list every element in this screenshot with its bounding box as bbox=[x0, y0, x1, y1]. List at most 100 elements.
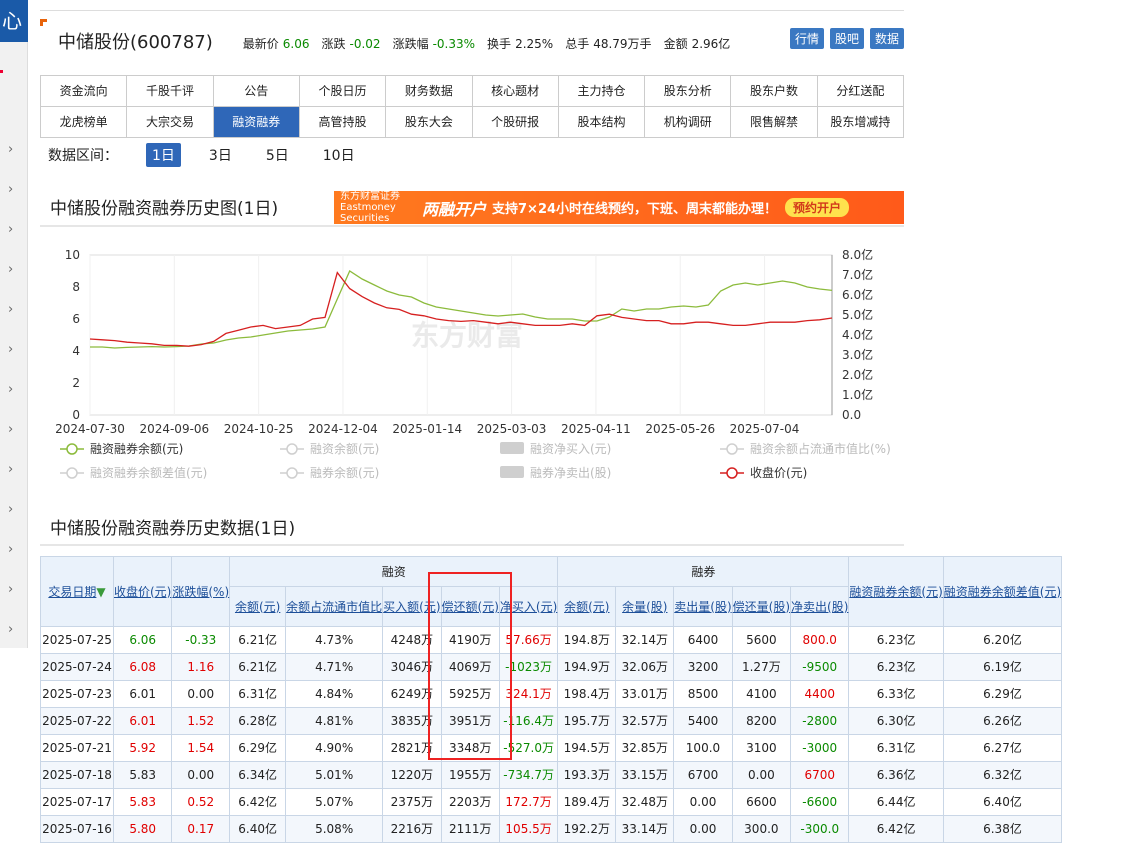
nav-tab[interactable]: 主力持仓 bbox=[558, 76, 646, 107]
cell-net-sell: 4400 bbox=[790, 680, 850, 708]
y-right-tick-label: 6.0亿 bbox=[842, 287, 873, 302]
rail-expand-icon[interactable]: › bbox=[8, 462, 13, 477]
nav-tab[interactable]: 高管持股 bbox=[299, 107, 387, 138]
table-row[interactable]: 2025-07-22 6.01 1.52 6.28亿 4.81% 3835万 3951万 -1… bbox=[40, 707, 1063, 735]
legend-item[interactable]: 融资余额(元) bbox=[280, 441, 379, 456]
sort-change-header[interactable]: 涨跌幅(%) bbox=[172, 585, 229, 599]
function-nav: 资金流向 千股千评 公告 个股日历 财务数据 核心题材 主力持仓 股东分析 股东户数 分红送配龙虎… bbox=[40, 75, 904, 138]
rail-expand-icon[interactable]: › bbox=[8, 342, 13, 357]
cell-rq-bal: 195.7万 bbox=[557, 707, 617, 735]
nav-tab[interactable]: 股东户数 bbox=[731, 76, 818, 107]
rail-expand-icon[interactable]: › bbox=[8, 142, 13, 157]
nav-tab[interactable]: 限售解禁 bbox=[731, 107, 818, 138]
legend-item[interactable]: 融券余额(元) bbox=[280, 465, 379, 480]
cell-buy: 2375万 bbox=[382, 788, 442, 816]
legend-item[interactable]: 融资融券余额(元) bbox=[60, 441, 183, 456]
range-option[interactable]: 3日 bbox=[203, 143, 238, 167]
cell-chg: 1.16 bbox=[171, 653, 231, 681]
cell-close: 6.06 bbox=[112, 626, 173, 654]
range-option[interactable]: 5日 bbox=[260, 143, 295, 167]
cell-net: 172.7万 bbox=[498, 788, 559, 816]
legend-item[interactable]: 收盘价(元) bbox=[720, 465, 807, 480]
table-row[interactable]: 2025-07-21 5.92 1.54 6.29亿 4.90% 2821万 3348万 -5… bbox=[40, 734, 1063, 762]
y-left-tick-label: 8 bbox=[72, 280, 80, 294]
promo-banner[interactable]: 东方财富证券 Eastmoney Securities 两融开户 支持7×24小… bbox=[334, 191, 904, 224]
nav-tab[interactable]: 股本结构 bbox=[558, 107, 646, 138]
rail-expand-icon[interactable]: › bbox=[8, 422, 13, 437]
range-option[interactable]: 10日 bbox=[317, 143, 361, 167]
nav-tab[interactable]: 机构调研 bbox=[645, 107, 732, 138]
cell-rq-bal: 194.5万 bbox=[557, 734, 617, 762]
guba-button[interactable]: 股吧 bbox=[829, 28, 864, 49]
table-row[interactable]: 2025-07-24 6.08 1.16 6.21亿 4.71% 3046万 4069万 -1… bbox=[40, 653, 1063, 681]
cell-diff: 6.19亿 bbox=[942, 653, 1063, 681]
rq-col-header[interactable]: 偿还量(股) bbox=[733, 600, 790, 614]
nav-tab[interactable]: 股东分析 bbox=[645, 76, 732, 107]
nav-tab[interactable]: 个股日历 bbox=[299, 76, 387, 107]
nav-tab[interactable]: 核心题材 bbox=[472, 76, 559, 107]
rail-expand-icon[interactable]: › bbox=[8, 582, 13, 597]
rail-expand-icon[interactable]: › bbox=[8, 262, 13, 277]
banner-cta-button[interactable]: 预约开户 bbox=[785, 198, 850, 217]
rail-expand-icon[interactable]: › bbox=[8, 222, 13, 237]
rail-expand-icon[interactable]: › bbox=[8, 622, 13, 637]
sort-close-header[interactable]: 收盘价(元) bbox=[114, 585, 171, 599]
y-right-tick-label: 5.0亿 bbox=[842, 307, 873, 322]
legend-label: 收盘价(元) bbox=[750, 465, 807, 480]
rq-col-header[interactable]: 余额(元) bbox=[564, 600, 609, 614]
quote-button[interactable]: 行情 bbox=[789, 28, 824, 49]
y-right-tick-label: 4.0亿 bbox=[842, 327, 873, 342]
quote-label: 涨跌幅 bbox=[392, 37, 429, 51]
cell-rq-repay: 3100 bbox=[731, 734, 792, 762]
table-row[interactable]: 2025-07-18 5.83 0.00 6.34亿 5.01% 1220万 1955万 -7… bbox=[40, 761, 1063, 789]
nav-tab[interactable]: 融资融券 bbox=[213, 107, 300, 138]
rq-col-header[interactable]: 余量(股) bbox=[622, 600, 667, 614]
nav-tab[interactable]: 个股研报 bbox=[472, 107, 559, 138]
rq-col-header[interactable]: 净卖出(股) bbox=[791, 600, 848, 614]
table-row[interactable]: 2025-07-25 6.06 -0.33 6.21亿 4.73% 4248万 4190万 5… bbox=[40, 626, 1063, 654]
chart-title-divider bbox=[40, 225, 904, 227]
rq-col-header[interactable]: 卖出量(股) bbox=[674, 600, 731, 614]
rail-expand-icon[interactable]: › bbox=[8, 382, 13, 397]
nav-tab[interactable]: 股东大会 bbox=[386, 107, 473, 138]
rail-head[interactable]: 心 bbox=[0, 0, 28, 42]
table-row[interactable]: 2025-07-17 5.83 0.52 6.42亿 5.07% 2375万 2203万 17… bbox=[40, 788, 1063, 816]
table-row[interactable]: 2025-07-16 5.80 0.17 6.40亿 5.08% 2216万 2111万 10… bbox=[40, 815, 1063, 843]
cell-rz-bal: 6.40亿 bbox=[229, 815, 287, 843]
cell-buy: 1220万 bbox=[382, 761, 442, 789]
rail-expand-icon[interactable]: › bbox=[8, 302, 13, 317]
sort-total-header[interactable]: 融资融券余额(元) bbox=[849, 585, 942, 599]
nav-tab[interactable]: 资金流向 bbox=[41, 76, 128, 107]
rz-col-header[interactable]: 余额占流通市值比 bbox=[286, 600, 382, 614]
cell-net: 105.5万 bbox=[498, 815, 559, 843]
legend-item[interactable]: 融资融券余额差值(元) bbox=[60, 465, 207, 480]
rail-expand-icon[interactable]: › bbox=[8, 182, 13, 197]
cell-net-sell: -9500 bbox=[790, 653, 850, 681]
legend-item[interactable]: 融资余额占流通市值比(%) bbox=[720, 441, 891, 456]
nav-tab[interactable]: 大宗交易 bbox=[127, 107, 214, 138]
data-button[interactable]: 数据 bbox=[869, 28, 904, 49]
cell-date: 2025-07-24 bbox=[40, 653, 114, 681]
nav-tab[interactable]: 公告 bbox=[213, 76, 300, 107]
rz-col-header[interactable]: 余额(元) bbox=[235, 600, 280, 614]
stock-name[interactable]: 中储股份(600787) bbox=[58, 28, 213, 54]
nav-tab[interactable]: 股东增减持 bbox=[817, 107, 904, 138]
sort-diff-header[interactable]: 融资融券余额差值(元) bbox=[944, 585, 1061, 599]
nav-tab[interactable]: 千股千评 bbox=[127, 76, 214, 107]
nav-tab[interactable]: 财务数据 bbox=[386, 76, 473, 107]
sort-down-icon[interactable]: ▼ bbox=[96, 585, 105, 599]
header-buttons: 行情 股吧 数据 bbox=[789, 28, 904, 49]
quote-label: 总手 bbox=[565, 37, 590, 51]
range-option[interactable]: 1日 bbox=[146, 143, 181, 167]
y-left-tick-label: 4 bbox=[72, 344, 80, 358]
sort-date-header[interactable]: 交易日期 bbox=[48, 585, 96, 599]
legend-item[interactable]: 融资净买入(元) bbox=[500, 442, 611, 456]
legend-item[interactable]: 融券净卖出(股) bbox=[500, 465, 611, 480]
cell-chg: 0.52 bbox=[171, 788, 231, 816]
nav-tab[interactable]: 分红送配 bbox=[817, 76, 904, 107]
rail-expand-icon[interactable]: › bbox=[8, 502, 13, 517]
quote-item: 换手 2.25% bbox=[487, 35, 553, 52]
rail-expand-icon[interactable]: › bbox=[8, 542, 13, 557]
nav-tab[interactable]: 龙虎榜单 bbox=[41, 107, 128, 138]
table-row[interactable]: 2025-07-23 6.01 0.00 6.31亿 4.84% 6249万 5925万 32… bbox=[40, 680, 1063, 708]
